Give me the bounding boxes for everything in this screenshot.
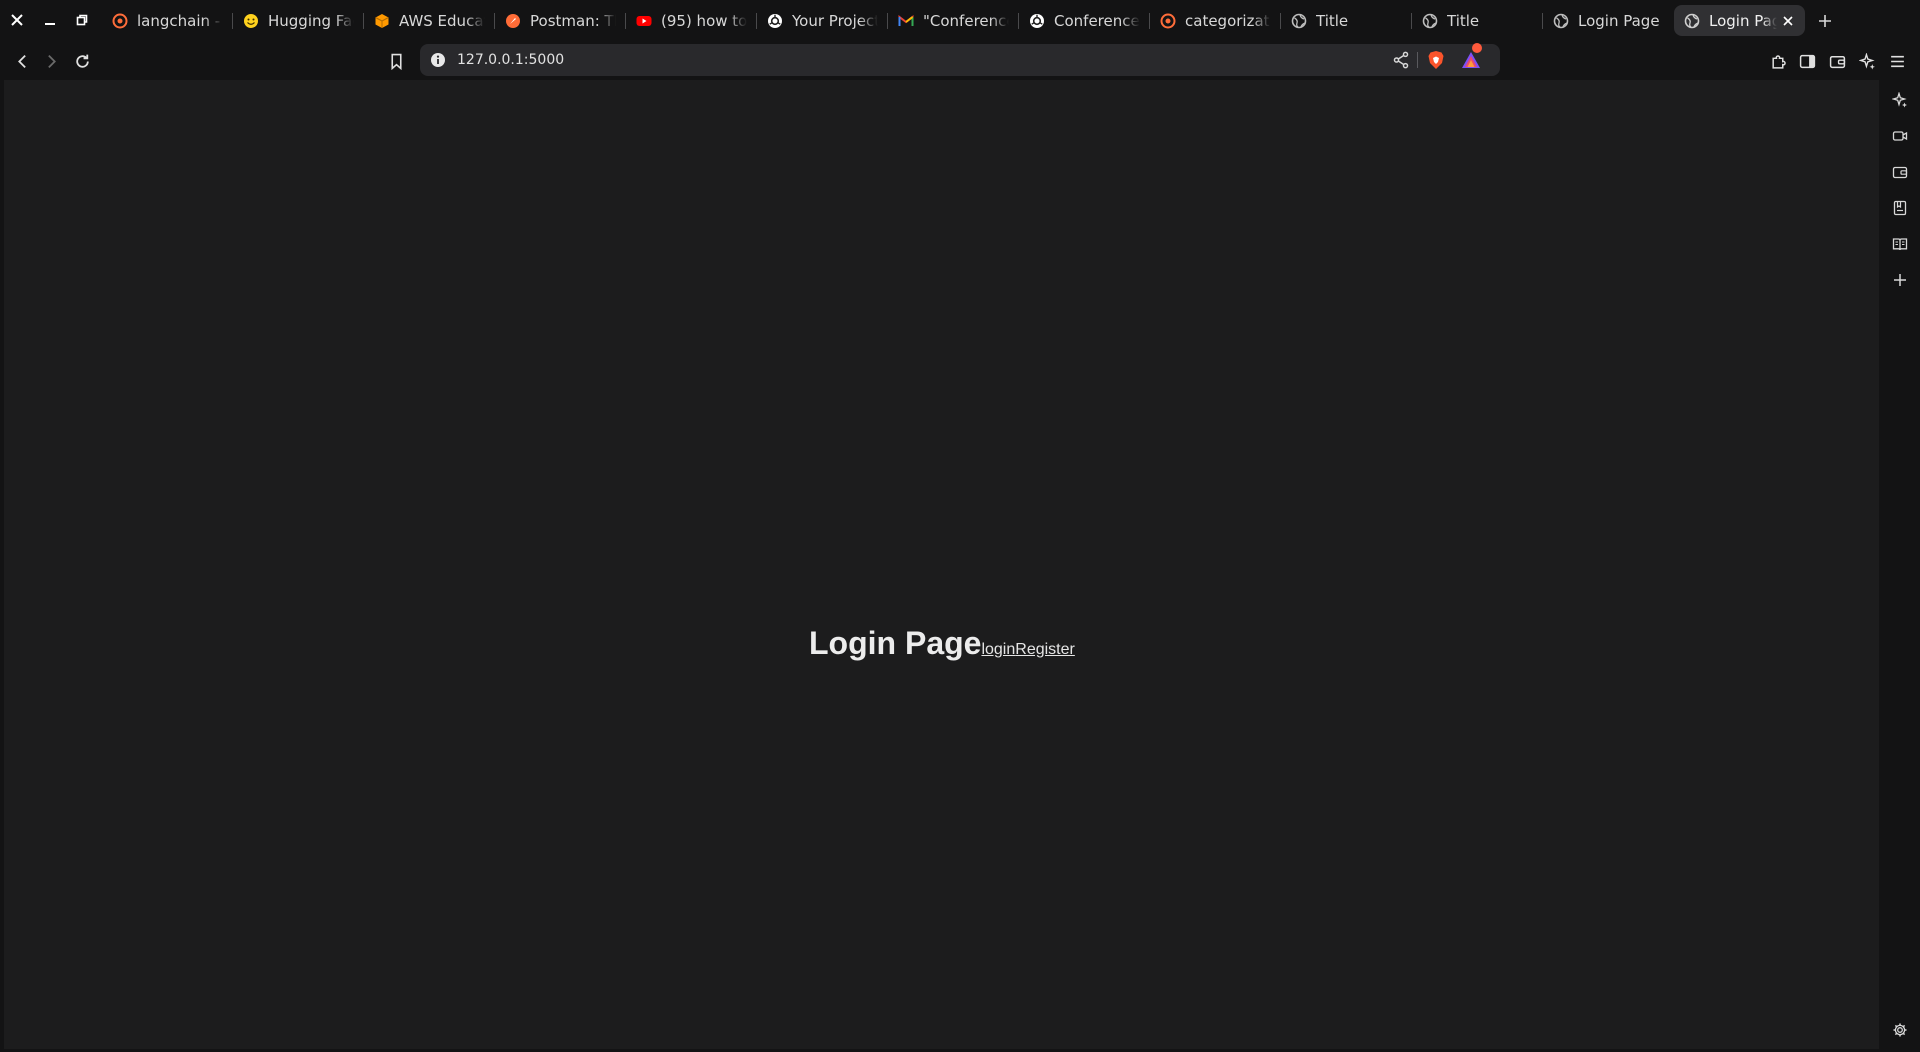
reading-list-icon — [1892, 238, 1908, 251]
share-icon[interactable] — [1392, 51, 1410, 69]
tab-strip: langchain - E Hugging Fac AWS Educat Pos… — [0, 0, 1920, 40]
new-tab-button[interactable] — [1811, 7, 1839, 35]
extensions-button[interactable] — [1765, 48, 1791, 74]
side-panel-bar — [1880, 80, 1920, 1052]
login-link[interactable]: login — [981, 641, 1015, 659]
bookmark-icon — [390, 53, 402, 70]
aws-icon — [374, 13, 390, 29]
tab-your-project[interactable]: Your Project — [757, 5, 888, 36]
brave-search-icon — [1160, 13, 1176, 29]
tab-conference-chat[interactable]: Conference c — [1019, 5, 1150, 36]
sidebar-toggle-button[interactable] — [1794, 48, 1820, 74]
tab-title: (95) how to c — [661, 11, 747, 30]
page-title: Login Page — [809, 625, 982, 661]
hugging-face-icon — [243, 13, 259, 29]
tab-title: Postman: Th — [530, 11, 616, 30]
leo-ai-button[interactable] — [1854, 48, 1880, 74]
tab-login-page-1[interactable]: Login Page — [1543, 5, 1674, 36]
url-text[interactable]: 127.0.0.1:5000 — [457, 44, 564, 76]
wallet-icon — [1829, 55, 1845, 68]
tab-title: Login Page — [1578, 11, 1660, 30]
wallet-button[interactable] — [1824, 48, 1850, 74]
site-info-icon[interactable] — [430, 52, 446, 68]
globe-icon — [1684, 13, 1700, 29]
restore-window-button[interactable] — [70, 8, 94, 32]
forward-button[interactable] — [38, 48, 64, 74]
bookmarks-panel-button[interactable] — [1890, 198, 1910, 218]
tab-close-icon[interactable] — [1781, 14, 1795, 28]
hamburger-menu-icon — [1890, 55, 1904, 67]
wallet-panel-button[interactable] — [1890, 162, 1910, 182]
main-menu-button[interactable] — [1884, 48, 1910, 74]
tab-title: Hugging Fac — [268, 11, 354, 30]
login-header: Login Page login Register — [809, 625, 1075, 662]
brave-search-icon — [112, 13, 128, 29]
tab-title: Conference c — [1054, 11, 1140, 30]
openai-icon — [1029, 13, 1045, 29]
globe-icon — [1291, 13, 1307, 29]
leo-ai-button[interactable] — [1890, 90, 1910, 110]
tab-gmail-conference[interactable]: "Conference — [888, 5, 1019, 36]
notification-badge — [1472, 43, 1482, 53]
reload-icon — [75, 54, 89, 68]
add-panel-button[interactable] — [1890, 270, 1910, 290]
tab-title: Title — [1316, 11, 1349, 30]
sparkle-icon — [1858, 52, 1875, 69]
tab-langchain[interactable]: langchain - E — [102, 5, 233, 36]
tab-hugging-face[interactable]: Hugging Fac — [233, 5, 364, 36]
reading-list-button[interactable] — [1890, 234, 1910, 254]
brave-shields-icon[interactable] — [1426, 50, 1446, 70]
tab-title: "Conference — [923, 11, 1009, 30]
globe-icon — [1553, 13, 1569, 29]
gmail-icon — [898, 13, 914, 29]
page-viewport: Login Page login Register — [4, 80, 1879, 1049]
postman-icon — [505, 13, 521, 29]
tab-title-1[interactable]: Title — [1281, 5, 1412, 36]
plus-icon — [1819, 14, 1831, 27]
tab-title: Title — [1447, 11, 1480, 30]
sidebar-icon — [1799, 54, 1815, 68]
tab-aws-educate[interactable]: AWS Educat — [364, 5, 495, 36]
wallet-icon — [1892, 166, 1908, 179]
toolbar: 127.0.0.1:5000 — [0, 40, 1920, 80]
close-icon — [11, 14, 23, 26]
bookmark-list-icon — [1893, 200, 1907, 216]
sparkle-icon — [1892, 92, 1907, 108]
openai-icon — [767, 13, 783, 29]
restore-icon — [76, 14, 88, 26]
youtube-icon — [636, 13, 652, 29]
brave-rewards-icon[interactable] — [1460, 50, 1482, 70]
tab-postman[interactable]: Postman: Th — [495, 5, 626, 36]
tab-title: Your Project — [792, 11, 878, 30]
tab-list: langchain - E Hugging Fac AWS Educat Pos… — [102, 5, 1839, 36]
tab-title: Login Page — [1709, 11, 1777, 30]
tab-title-2[interactable]: Title — [1412, 5, 1543, 36]
tab-categorization[interactable]: categorizatio — [1150, 5, 1281, 36]
tab-title: categorizatio — [1185, 11, 1271, 30]
panel-settings-button[interactable] — [1890, 1020, 1910, 1040]
reload-button[interactable] — [69, 48, 95, 74]
bookmark-page-button[interactable] — [383, 48, 409, 74]
divider — [1417, 52, 1418, 68]
register-link[interactable]: Register — [1015, 641, 1075, 659]
globe-icon — [1422, 13, 1438, 29]
chevron-right-icon — [47, 54, 56, 68]
puzzle-icon — [1771, 54, 1786, 69]
close-window-button[interactable] — [5, 8, 29, 32]
tab-login-page-active[interactable]: Login Page — [1674, 5, 1805, 36]
back-button[interactable] — [9, 48, 35, 74]
gear-icon — [1893, 1023, 1907, 1037]
talk-button[interactable] — [1890, 126, 1910, 146]
minimize-icon — [45, 23, 55, 25]
minimize-window-button[interactable] — [38, 8, 62, 32]
chevron-left-icon — [17, 54, 26, 68]
tab-title: AWS Educat — [399, 11, 485, 30]
address-bar[interactable]: 127.0.0.1:5000 — [420, 43, 1500, 76]
video-icon — [1892, 131, 1908, 141]
plus-icon — [1894, 274, 1906, 286]
tab-youtube[interactable]: (95) how to c — [626, 5, 757, 36]
tab-title: langchain - E — [137, 11, 223, 30]
